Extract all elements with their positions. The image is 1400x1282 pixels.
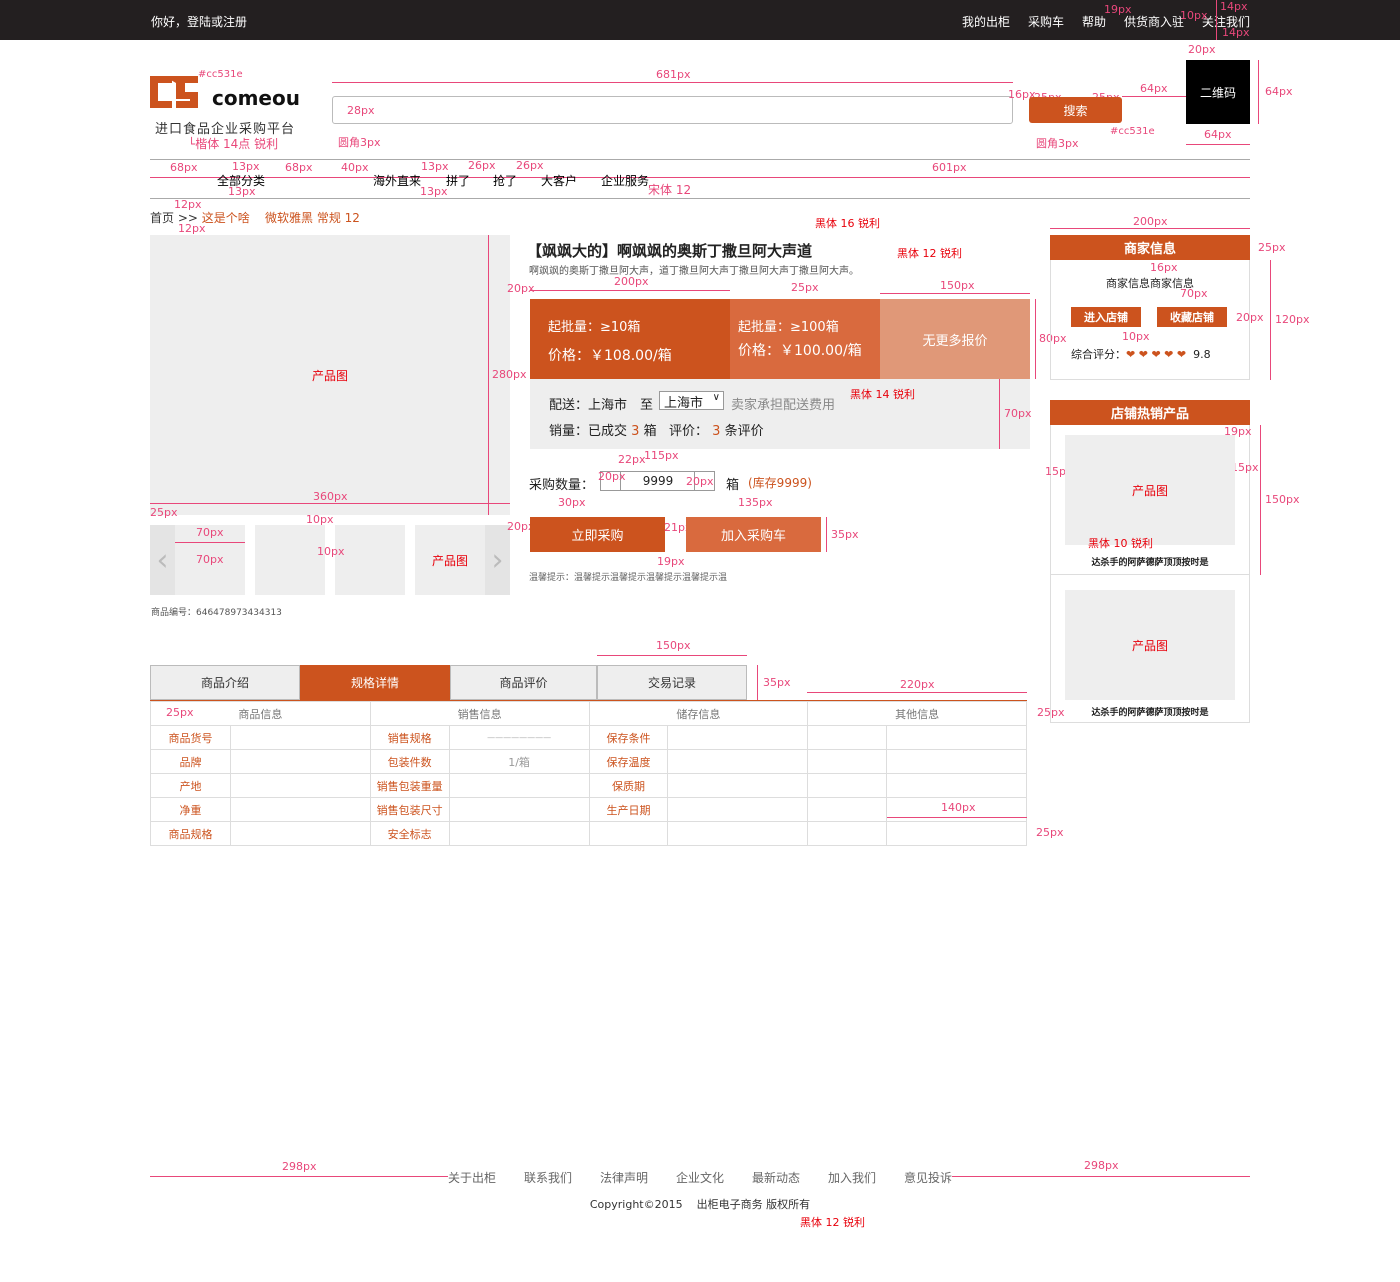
thumb-prev-button[interactable]: ‹ [150,525,175,595]
thumb-next-button[interactable]: › [485,525,510,595]
price-tier-1: 起批量：≥10箱 价格：￥108.00/箱 [530,299,730,379]
nav-all-categories[interactable]: 全部分类 [217,172,265,189]
footer-link-legal[interactable]: 法律声明 [600,1171,648,1185]
merchant-info: 商家信息商家信息 [1106,277,1194,290]
delivery-panel: 配送：上海市 至 上海市 ∨ 卖家承担配送费用 销量：已成交 3 箱 评价： 3 … [530,379,1030,449]
search-button[interactable]: 搜索 [1029,97,1122,123]
footer-link-news[interactable]: 最新动态 [752,1171,800,1185]
table-row: 品牌 包装件数 1/箱 保存温度 [150,749,1027,774]
search-placeholder: 28px [347,104,375,117]
my-account-link[interactable]: 我的出柜 [962,13,1010,30]
enter-shop-button[interactable]: 进入店铺 [1071,307,1141,327]
product-subtitle: 啊飒飒的奥斯丁撒旦阿大声，道丁撒旦阿大声丁撒旦阿大声丁撒旦阿大声。 [529,266,859,277]
hot-products-title: 店铺热销产品 [1050,400,1250,425]
hot-product-name[interactable]: 达杀手的阿萨德萨顶顶按时是 [1050,705,1250,718]
nav-enterprise[interactable]: 企业服务 [601,172,649,189]
nav-overseas[interactable]: 海外直来 [373,172,421,189]
annotation: 19px [1104,3,1132,16]
merchant-rating: 综合评分：❤ ❤ ❤ ❤ ❤ 9.8 [1071,348,1211,361]
footer-link-about[interactable]: 关于出柜 [448,1171,496,1185]
search-input[interactable]: 28px [332,96,1013,124]
quantity-input[interactable]: 9999 [623,474,693,488]
breadcrumb-item[interactable]: 这是个啥 [202,211,250,225]
quantity-label: 采购数量： [529,478,595,493]
nav-qiangle[interactable]: 抢了 [493,172,517,189]
cart-link[interactable]: 采购车 [1028,13,1064,30]
footer-link-contact[interactable]: 联系我们 [524,1171,572,1185]
merchant-title: 商家信息 [1050,235,1250,260]
hot-product-name[interactable]: 达杀手的阿萨德萨顶顶按时是 [1050,555,1250,568]
tab-trades[interactable]: 交易记录 [597,665,747,700]
help-link[interactable]: 帮助 [1082,13,1106,30]
heart-icon: ❤ [1176,348,1187,361]
annotation: 14px [1222,26,1250,39]
heart-icon: ❤ [1138,348,1148,361]
hot-product-image[interactable]: 产品图 [1065,590,1235,700]
table-row: 商品货号 销售规格 ———————— 保存条件 [150,725,1027,750]
font-annotation: └楷体 14点 锐利 [188,137,279,151]
table-row: 产地 销售包装重量 保质期 [150,773,1027,798]
hot-product-image[interactable]: 产品图 [1065,435,1235,545]
annotation: 14px [1220,0,1248,13]
tab-spec[interactable]: 规格详情 [300,665,450,700]
stock-count: (库存9999) [748,476,812,490]
nav-big-client[interactable]: 大客户 [541,172,577,189]
svg-text:comeout: comeout [212,86,300,110]
heart-icon: ❤ [1151,348,1161,361]
price-tier-3: 无更多报价 [880,299,1030,379]
add-to-cart-button[interactable]: 加入采购车 [686,517,821,552]
nav-pinle[interactable]: 拼了 [446,172,470,189]
footer-link-join[interactable]: 加入我们 [828,1171,876,1185]
supplier-link[interactable]: 供货商入驻 [1124,13,1184,30]
spec-table: 商品信息 销售信息 储存信息 其他信息 商品货号 销售规格 ———————— 保存条件… [150,701,1027,846]
thumbnail[interactable] [335,525,405,595]
city-select[interactable]: 上海市 ∨ [659,391,724,411]
thumbnail[interactable] [255,525,325,595]
footer-links: 关于出柜 联系我们 法律声明 企业文化 最新动态 加入我们 意见投诉 [432,1169,968,1186]
qrcode: 二维码 [1186,60,1250,124]
favorite-shop-button[interactable]: 收藏店铺 [1157,307,1227,327]
heart-icon: ❤ [1164,348,1174,361]
slogan: 进口食品企业采购平台 [155,122,296,137]
product-image[interactable]: 产品图 [150,235,510,515]
chevron-down-icon: ∨ [712,392,720,403]
footer-link-culture[interactable]: 企业文化 [676,1171,724,1185]
copyright: Copyright©2015 出柜电子商务 版权所有 [589,1198,811,1211]
breadcrumb-home[interactable]: 首页 [150,211,174,225]
buy-now-button[interactable]: 立即采购 [530,517,665,552]
tip-text: 温馨提示：温馨提示温馨提示温馨提示温馨提示温 [529,573,728,583]
heart-icon: ❤ [1126,348,1136,361]
table-row: 商品规格 安全标志 [150,821,1027,846]
footer-link-feedback[interactable]: 意见投诉 [904,1171,952,1185]
color-annotation: #cc531e [198,69,243,80]
tab-reviews[interactable]: 商品评价 [450,665,597,700]
annotation: 10px [1180,9,1208,22]
product-code: 商品编号：646478973434313 [151,608,282,618]
table-header: 商品信息 销售信息 储存信息 其他信息 [150,701,1027,726]
tab-intro[interactable]: 商品介绍 [150,665,300,700]
login-link[interactable]: 你好，登陆或注册 [151,13,247,30]
price-tier-2: 起批量：≥100箱 价格：￥100.00/箱 [730,299,880,379]
product-title: 【飒飒大的】啊飒飒的奥斯丁撒旦阿大声道 [527,242,813,260]
thumbnail[interactable]: 产品图 [415,525,485,595]
